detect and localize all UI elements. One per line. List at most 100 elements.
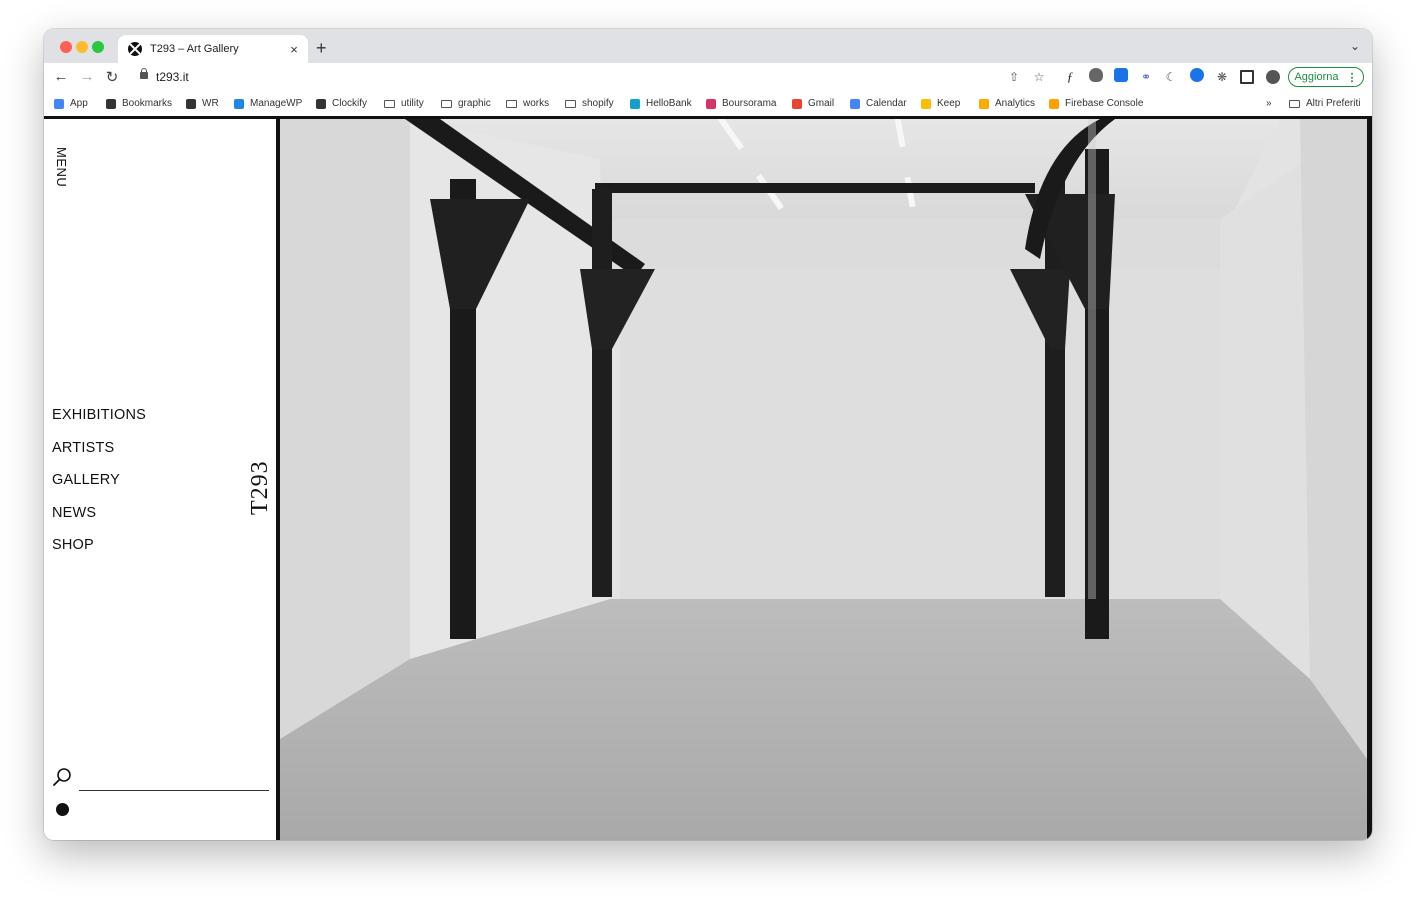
maximize-window-button[interactable] [92, 41, 104, 53]
bookmark-star-icon[interactable]: ☆ [1031, 69, 1047, 85]
bookmark-keep[interactable]: Keep [921, 91, 960, 116]
shield-extension-icon[interactable] [1089, 68, 1103, 82]
folder-icon [506, 99, 517, 108]
back-button[interactable]: ← [52, 68, 70, 85]
update-label: Aggiorna [1294, 71, 1339, 83]
extension-badge-icon[interactable] [1114, 68, 1128, 82]
bookmark-favicon-icon [186, 98, 196, 109]
bookmark-label: Calendar [866, 98, 907, 109]
bookmark-favicon-icon [234, 98, 244, 109]
status-dot[interactable] [56, 803, 69, 816]
bookmark-firebase-console[interactable]: Firebase Console [1049, 91, 1143, 116]
gallery-interior-image [280, 119, 1367, 840]
bookmark-label: Clockify [332, 98, 368, 109]
tab-strip: T293 – Art Gallery × + ⌄ [44, 29, 1372, 63]
puzzle-icon[interactable]: ❋ [1214, 69, 1230, 85]
bookmark-calendar[interactable]: Calendar [850, 91, 907, 116]
bookmark-app[interactable]: App [54, 91, 88, 116]
search-icon[interactable] [52, 767, 72, 787]
bookmark-label: HelloBank [646, 98, 692, 109]
clockify-extension-icon[interactable]: ☾ [1163, 69, 1179, 85]
bookmark-favicon-icon [792, 98, 802, 109]
bookmark-favicon-icon [979, 98, 989, 109]
bookmark-label: utility [401, 98, 424, 109]
bookmark-favicon-icon [1049, 98, 1059, 109]
bookmark-managewp[interactable]: ManageWP [234, 91, 302, 116]
bookmark-works[interactable]: works [506, 91, 549, 116]
bookmark-label: Boursorama [722, 98, 777, 109]
bookmark-clockify[interactable]: Clockify [316, 91, 367, 116]
bookmark-label: Firebase Console [1065, 98, 1144, 109]
clip-extension-icon[interactable]: ⚭ [1138, 69, 1154, 85]
bookmarks-overflow-button[interactable]: » [1266, 91, 1272, 116]
bookmark-favicon-icon [316, 98, 326, 109]
reload-button[interactable]: ↻ [103, 68, 121, 86]
share-icon[interactable]: ⇧ [1006, 69, 1022, 85]
folder-icon [565, 99, 576, 108]
other-bookmarks-folder[interactable]: Altri Preferiti [1289, 91, 1360, 116]
browser-tab[interactable]: T293 – Art Gallery × [118, 35, 308, 63]
bookmark-gmail[interactable]: Gmail [792, 91, 834, 116]
bookmark-label: Keep [937, 98, 961, 109]
nav-item-exhibitions[interactable]: EXHIBITIONS [52, 407, 146, 440]
nav-item-news[interactable]: NEWS [52, 505, 146, 538]
site-sidebar: MENU EXHIBITIONS ARTISTS GALLERY NEWS SH… [44, 119, 280, 840]
bookmark-favicon-icon [706, 98, 716, 109]
browser-window: T293 – Art Gallery × + ⌄ ← → ↻ t293.it ⇧… [44, 29, 1372, 840]
nav-item-artists[interactable]: ARTISTS [52, 440, 146, 473]
close-window-button[interactable] [60, 41, 72, 53]
bookmark-bookmarks[interactable]: Bookmarks [106, 91, 172, 116]
password-extension-icon[interactable] [1190, 68, 1204, 82]
site-favicon-icon [128, 42, 142, 56]
hero-gallery-photo [280, 119, 1372, 840]
folder-icon [384, 99, 395, 108]
bookmark-label: ManageWP [250, 98, 303, 109]
tab-title: T293 – Art Gallery [150, 43, 239, 55]
bookmark-wr[interactable]: WR [186, 91, 219, 116]
new-tab-button[interactable]: + [316, 38, 327, 59]
bookmark-favicon-icon [850, 98, 860, 109]
bookmark-label: Bookmarks [122, 98, 173, 109]
bookmark-utility[interactable]: utility [384, 91, 424, 116]
tab-search-button[interactable]: ⌄ [1350, 39, 1360, 53]
forward-button[interactable]: → [78, 68, 96, 85]
profile-avatar[interactable] [1266, 70, 1280, 84]
menu-toggle[interactable]: MENU [54, 147, 69, 187]
bookmark-favicon-icon [54, 98, 64, 109]
browser-toolbar: ← → ↻ t293.it ⇧ ☆ ƒ ⚭ ☾ ❋ Aggiorna ⋮ [44, 63, 1372, 91]
update-button[interactable]: Aggiorna ⋮ [1288, 67, 1364, 87]
browser-menu-icon[interactable]: ⋮ [1347, 71, 1358, 84]
tab-close-icon[interactable]: × [284, 42, 304, 57]
bookmark-label: Analytics [995, 98, 1036, 109]
bookmark-label: WR [202, 98, 219, 109]
bookmark-label: Gmail [808, 98, 835, 109]
nav-item-shop[interactable]: SHOP [52, 537, 146, 570]
bookmark-label: App [70, 98, 88, 109]
nav-item-gallery[interactable]: GALLERY [52, 472, 146, 505]
bookmark-shopify[interactable]: shopify [565, 91, 614, 116]
lock-icon[interactable] [140, 68, 148, 79]
search-underline [79, 790, 269, 791]
bookmark-graphic[interactable]: graphic [441, 91, 491, 116]
bookmark-boursorama[interactable]: Boursorama [706, 91, 776, 116]
search-input[interactable] [79, 771, 273, 791]
site-logo[interactable]: T293 [247, 460, 274, 515]
bookmark-favicon-icon [630, 98, 640, 109]
bookmark-favicon-icon [921, 98, 931, 109]
bookmark-label: works [523, 98, 550, 109]
address-bar[interactable]: t293.it [156, 70, 189, 84]
web-page: MENU EXHIBITIONS ARTISTS GALLERY NEWS SH… [44, 119, 1372, 840]
folder-icon [1289, 99, 1300, 108]
folder-icon [441, 99, 452, 108]
bookmark-label: graphic [458, 98, 491, 109]
side-panel-icon[interactable] [1240, 70, 1254, 84]
bookmark-hellobank[interactable]: HelloBank [630, 91, 692, 116]
main-navigation: EXHIBITIONS ARTISTS GALLERY NEWS SHOP [52, 407, 146, 570]
bookmark-analytics[interactable]: Analytics [979, 91, 1035, 116]
bookmarks-bar: » Altri Preferiti App Bookmarks WR ManageWP… [44, 91, 1372, 116]
font-extension-icon[interactable]: ƒ [1062, 69, 1078, 85]
bookmark-favicon-icon [106, 98, 116, 109]
bookmark-label: shopify [582, 98, 614, 109]
minimize-window-button[interactable] [76, 41, 88, 53]
other-bookmarks-label: Altri Preferiti [1306, 98, 1361, 109]
